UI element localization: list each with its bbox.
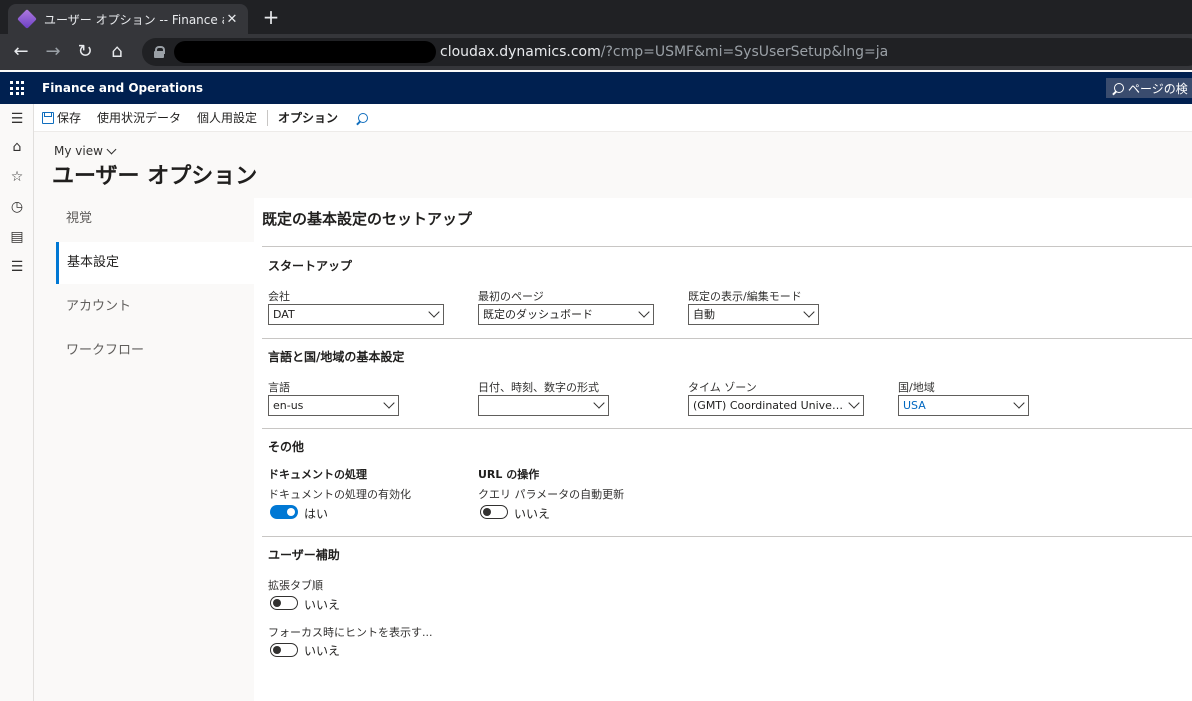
chevron-down-icon [638, 306, 650, 318]
save-button[interactable]: 保存 [34, 104, 89, 132]
view-edit-mode-label: 既定の表示/編集モード [688, 290, 802, 303]
divider [262, 428, 1192, 429]
redacted-url-part [174, 41, 436, 63]
timezone-combobox[interactable]: (GMT) Coordinated Universal Time [688, 395, 864, 416]
accessibility-group-title: ユーザー補助 [268, 548, 340, 562]
document-handling-toggle[interactable] [270, 505, 298, 519]
country-combobox[interactable]: USA [898, 395, 1029, 416]
tab-order-label: 拡張タブ順 [268, 579, 323, 592]
close-tab-icon[interactable]: ✕ [224, 12, 240, 27]
browser-tabstrip: ユーザー オプション -- Finance and O ✕ + [0, 0, 1192, 34]
first-page-label: 最初のページ [478, 290, 544, 303]
date-format-label: 日付、時刻、数字の形式 [478, 381, 599, 394]
reload-icon[interactable]: ↻ [74, 41, 96, 63]
back-icon[interactable]: ← [10, 41, 32, 63]
url-action-group: URL の操作 [478, 468, 540, 481]
company-value: DAT [273, 308, 295, 321]
tab-workflow[interactable]: ワークフロー [56, 330, 254, 372]
first-page-combobox[interactable]: 既定のダッシュボード [478, 304, 654, 325]
my-view-label: My view [54, 144, 103, 158]
timezone-label: タイム ゾーン [688, 381, 757, 394]
document-handling-toggle-value: はい [304, 507, 329, 521]
document-handling-group: ドキュメントの処理 [268, 468, 367, 481]
divider [262, 246, 1192, 247]
tab-order-toggle-value: いいえ [304, 598, 341, 612]
my-view-dropdown[interactable]: My view [54, 144, 117, 158]
action-search-icon[interactable] [358, 112, 369, 123]
navigation-rail: ☰ ⌂ ☆ ◷ ▤ ☰ [0, 104, 34, 701]
home-icon[interactable]: ⌂ [0, 134, 34, 160]
url-path: /?cmp=USMF&mi=SysUserSetup&lng=ja [600, 44, 889, 60]
document-handling-enable-label: ドキュメントの処理の有効化 [268, 488, 411, 501]
locale-group-title: 言語と国/地域の基本設定 [268, 350, 405, 364]
browser-tab[interactable]: ユーザー オプション -- Finance and O ✕ [8, 4, 248, 34]
page-search-box[interactable]: ページの検 [1106, 78, 1192, 98]
tab-preferences[interactable]: 基本設定 [56, 242, 254, 284]
browser-toolbar: ← → ↻ ⌂ cloudax.dynamics.com /?cmp=USMF&… [0, 34, 1192, 70]
forward-icon[interactable]: → [42, 41, 64, 63]
divider [262, 338, 1192, 339]
action-pane: 保存 使用状況データ 個人用設定 オプション [34, 104, 1192, 132]
focus-hint-toggle[interactable] [270, 643, 298, 657]
dynamics-favicon-icon [17, 9, 37, 29]
action-divider [267, 109, 269, 126]
language-label: 言語 [268, 381, 290, 394]
focus-hint-toggle-value: いいえ [304, 644, 341, 658]
section-title: 既定の基本設定のセットアップ [262, 210, 473, 228]
country-value: USA [903, 399, 926, 412]
lock-icon [154, 46, 165, 58]
first-page-value: 既定のダッシュボード [483, 308, 593, 321]
company-label: 会社 [268, 290, 290, 303]
url-host: cloudax.dynamics.com [440, 44, 601, 60]
personalize-button[interactable]: 個人用設定 [189, 104, 265, 132]
query-auto-update-toggle[interactable] [480, 505, 508, 519]
app-header: Finance and Operations ページの検 [0, 72, 1192, 104]
page-search-label: ページの検 [1128, 81, 1188, 96]
workspaces-icon[interactable]: ▤ [0, 224, 34, 250]
app-launcher-icon[interactable] [0, 72, 34, 104]
tab-account[interactable]: アカウント [56, 286, 254, 328]
chevron-down-icon [1013, 397, 1025, 409]
new-tab-button[interactable]: + [260, 6, 282, 28]
home-icon[interactable]: ⌂ [106, 41, 128, 63]
tab-title: ユーザー オプション -- Finance and O [44, 12, 224, 27]
date-format-combobox[interactable] [478, 395, 609, 416]
divider [262, 536, 1192, 537]
chevron-down-icon [106, 144, 117, 154]
preferences-panel: 既定の基本設定のセットアップ スタートアップ 会社 DAT 最初のページ 既定の… [254, 198, 1192, 701]
language-value: en-us [273, 399, 304, 412]
chevron-down-icon [803, 306, 815, 318]
view-edit-mode-combobox[interactable]: 自動 [688, 304, 819, 325]
save-label: 保存 [57, 111, 82, 125]
query-auto-update-toggle-value: いいえ [514, 507, 551, 521]
recent-clock-icon[interactable]: ◷ [0, 194, 34, 220]
other-group-title: その他 [268, 440, 305, 454]
app-name[interactable]: Finance and Operations [42, 81, 203, 95]
query-auto-update-label: クエリ パラメータの自動更新 [478, 488, 625, 501]
save-icon [42, 111, 54, 124]
country-label: 国/地域 [898, 381, 935, 394]
search-icon [1114, 83, 1124, 93]
usage-data-button[interactable]: 使用状況データ [89, 104, 189, 132]
modules-list-icon[interactable]: ☰ [0, 254, 34, 280]
language-combobox[interactable]: en-us [268, 395, 399, 416]
chevron-down-icon [593, 397, 605, 409]
page-title: ユーザー オプション [52, 164, 258, 189]
timezone-value: (GMT) Coordinated Universal Time [693, 399, 845, 412]
tab-order-toggle[interactable] [270, 596, 298, 610]
favorites-star-icon[interactable]: ☆ [0, 164, 34, 190]
hamburger-menu-icon[interactable]: ☰ [0, 106, 34, 132]
focus-hint-label: フォーカス時にヒントを表示す... [268, 626, 433, 639]
startup-group-title: スタートアップ [268, 259, 353, 273]
address-bar[interactable]: cloudax.dynamics.com /?cmp=USMF&mi=SysUs… [142, 38, 1192, 66]
options-button[interactable]: オプション [270, 104, 346, 132]
tab-visual[interactable]: 視覚 [56, 198, 254, 240]
view-edit-mode-value: 自動 [693, 308, 715, 321]
chevron-down-icon [428, 306, 440, 318]
chevron-down-icon [848, 397, 860, 409]
company-combobox[interactable]: DAT [268, 304, 444, 325]
chevron-down-icon [383, 397, 395, 409]
